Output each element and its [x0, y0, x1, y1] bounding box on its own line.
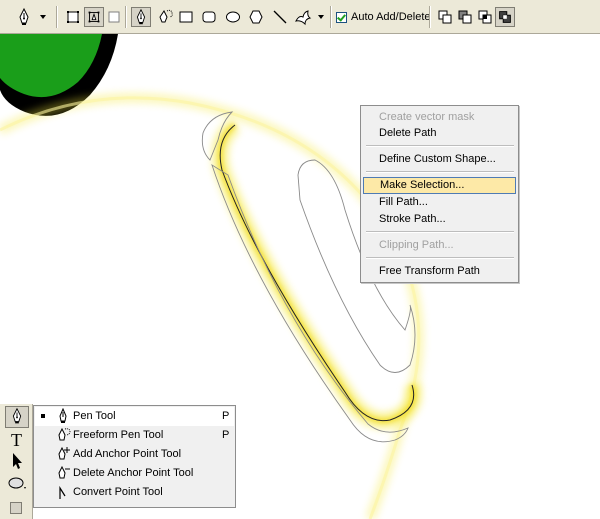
flyout-item-shortcut: P [222, 410, 230, 422]
toolbar-divider [429, 6, 431, 28]
pen-icon [12, 407, 22, 424]
flyout-item-label: Delete Anchor Point Tool [73, 467, 194, 479]
flyout-item-pen-tool[interactable]: Pen Tool P [35, 407, 234, 426]
path-selection-icon [13, 453, 22, 469]
tool-ellipse[interactable] [5, 472, 29, 494]
ellipse-icon [226, 11, 240, 23]
paths-button[interactable] [84, 7, 104, 27]
subtract-from-path-area-icon [458, 10, 472, 24]
svg-text:T: T [11, 430, 22, 450]
line-icon [273, 10, 287, 24]
menu-item-free-transform-path[interactable]: Free Transform Path [363, 263, 516, 280]
shape-layers-icon [67, 11, 79, 23]
fill-pixels-button[interactable] [104, 7, 124, 27]
fill-pixels-icon [108, 11, 120, 23]
flyout-item-delete-anchor-point-tool[interactable]: Delete Anchor Point Tool [35, 464, 234, 483]
path-context-menu: Create vector mask Delete Path Define Cu… [360, 105, 519, 283]
freeform-pen-icon [58, 427, 71, 441]
auto-add-delete-checkbox[interactable]: Auto Add/Delete [336, 10, 431, 24]
tool-pen[interactable] [5, 406, 29, 428]
pen-tool-button[interactable] [131, 7, 151, 27]
menu-item-fill-path[interactable]: Fill Path... [363, 194, 516, 211]
flyout-item-label: Freeform Pen Tool [73, 429, 164, 441]
custom-shape-icon [295, 10, 312, 26]
tools-panel: T [0, 404, 33, 519]
chevron-down-icon[interactable] [318, 15, 324, 19]
add-to-path-area-icon [438, 10, 452, 24]
menu-item-clipping-path: Clipping Path... [379, 239, 454, 251]
flyout-item-label: Pen Tool [73, 410, 116, 422]
flyout-item-add-anchor-point-tool[interactable]: Add Anchor Point Tool [35, 445, 234, 464]
chevron-down-icon[interactable] [40, 15, 46, 19]
polygon-tool-button[interactable] [246, 7, 266, 27]
exclude-overlapping-path-areas-button[interactable] [495, 7, 515, 27]
flyout-item-freeform-pen-tool[interactable]: Freeform Pen Tool P [35, 426, 234, 445]
intersect-path-areas-icon [478, 10, 492, 24]
menu-item-create-vector-mask: Create vector mask [379, 111, 475, 123]
flyout-item-convert-point-tool[interactable]: Convert Point Tool [35, 483, 234, 502]
menu-item-make-selection[interactable]: Make Selection... [363, 177, 516, 194]
subtract-from-path-area-button[interactable] [455, 7, 475, 27]
flyout-item-label: Convert Point Tool [73, 486, 163, 498]
polygon-icon [249, 10, 263, 24]
intersect-path-areas-button[interactable] [475, 7, 495, 27]
menu-separator [366, 231, 514, 233]
convert-point-icon [59, 485, 66, 499]
tool-path-selection[interactable] [5, 450, 29, 472]
rectangle-tool-button[interactable] [176, 7, 196, 27]
rectangle-icon [179, 11, 193, 23]
line-tool-button[interactable] [270, 7, 290, 27]
pen-icon [59, 408, 67, 423]
tool-preset-picker[interactable] [14, 7, 34, 27]
toolbar-divider [56, 6, 58, 28]
delete-anchor-point-icon [58, 465, 70, 479]
paths-icon [88, 11, 100, 23]
options-bar: Auto Add/Delete [0, 0, 600, 34]
flyout-item-shortcut: P [222, 429, 230, 441]
custom-shape-tool-button[interactable] [293, 7, 313, 27]
freeform-pen-button[interactable] [155, 7, 175, 27]
toolbar-divider [330, 6, 332, 28]
menu-item-define-custom-shape[interactable]: Define Custom Shape... [363, 151, 516, 168]
menu-item-delete-path[interactable]: Delete Path [363, 125, 516, 142]
pen-tool-flyout: Pen Tool P Freeform Pen Tool P Add Ancho… [33, 405, 236, 508]
auto-add-delete-label: Auto Add/Delete [351, 11, 431, 23]
menu-separator [366, 257, 514, 259]
add-to-path-area-button[interactable] [435, 7, 455, 27]
toolbar-divider [125, 6, 127, 28]
tool-type[interactable]: T [5, 428, 29, 450]
ellipse-icon [8, 477, 26, 489]
shape-layers-button[interactable] [63, 7, 83, 27]
ellipse-tool-button[interactable] [223, 7, 243, 27]
pen-icon [19, 7, 29, 25]
exclude-overlapping-path-areas-icon [499, 11, 511, 23]
rounded-rectangle-tool-button[interactable] [199, 7, 219, 27]
checkbox-checked-icon[interactable] [336, 11, 347, 23]
rounded-rectangle-icon [202, 11, 216, 23]
menu-item-stroke-path[interactable]: Stroke Path... [363, 211, 516, 228]
flyout-item-label: Add Anchor Point Tool [73, 448, 182, 460]
type-icon: T [11, 430, 22, 450]
freeform-pen-icon [159, 9, 173, 23]
add-anchor-point-icon [58, 446, 70, 460]
notes-icon[interactable] [10, 502, 22, 514]
pen-icon [136, 8, 146, 25]
menu-separator [366, 171, 514, 173]
selected-bullet-icon [41, 414, 45, 418]
menu-separator [366, 145, 514, 147]
